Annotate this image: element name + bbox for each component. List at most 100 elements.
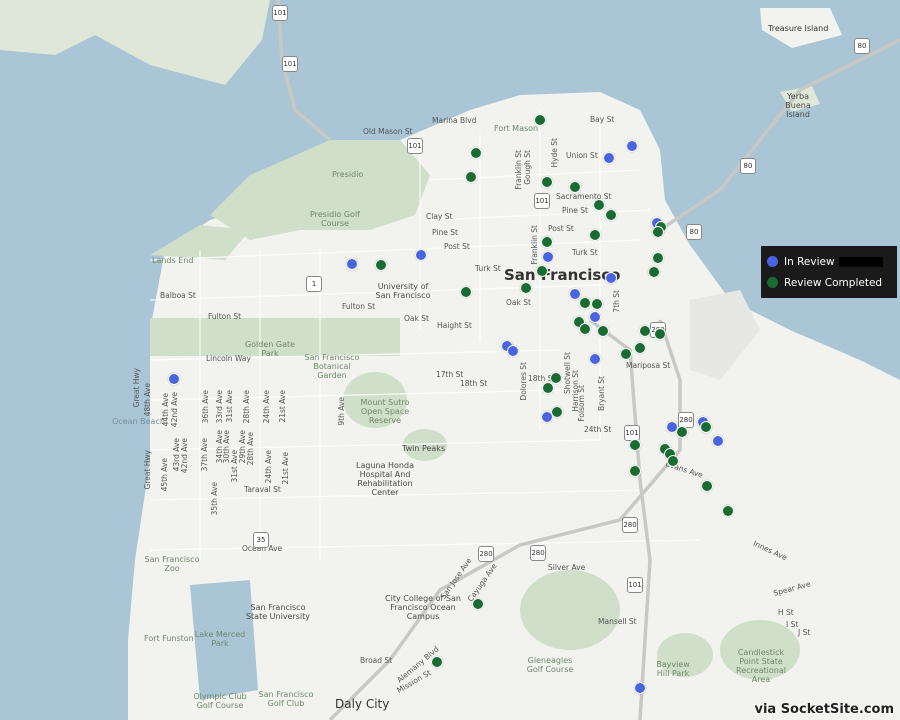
street-31st: 31st Ave — [225, 390, 234, 423]
street-36th: 36th Ave — [201, 390, 210, 424]
label-yerba-buena: Yerba Buena Island — [785, 92, 811, 119]
hwy-shield: 280 — [478, 546, 494, 562]
marker-in-review[interactable] — [346, 258, 358, 270]
street-lincoln: Lincoln Way — [206, 354, 251, 363]
label-treasure-island: Treasure Island — [768, 24, 829, 33]
marker-completed[interactable] — [629, 439, 641, 451]
street-union: Union St — [566, 151, 598, 160]
marker-completed[interactable] — [431, 656, 443, 668]
marker-completed[interactable] — [375, 259, 387, 271]
marker-completed[interactable] — [629, 465, 641, 477]
marker-completed[interactable] — [667, 455, 679, 467]
marker-in-review[interactable] — [542, 251, 554, 263]
marker-in-review[interactable] — [569, 288, 581, 300]
street-sacramento: Sacramento St — [556, 192, 612, 201]
marker-completed[interactable] — [465, 171, 477, 183]
hwy-80-bridge — [659, 38, 900, 232]
street-42nd: 42nd Ave — [170, 392, 179, 428]
street-j: J St — [798, 628, 811, 637]
marker-completed[interactable] — [520, 282, 532, 294]
marker-completed[interactable] — [472, 598, 484, 610]
marker-completed[interactable] — [460, 286, 472, 298]
marker-completed[interactable] — [541, 236, 553, 248]
marker-completed[interactable] — [676, 426, 688, 438]
street-broad: Broad St — [360, 656, 393, 665]
label-lake-merced: Lake Merced Park — [194, 630, 246, 648]
marker-completed[interactable] — [652, 252, 664, 264]
street-9th: 9th Ave — [337, 397, 346, 426]
marker-in-review[interactable] — [605, 272, 617, 284]
street-pine: Pine St — [432, 228, 458, 237]
label-bayview-hill: Bayview Hill Park — [656, 660, 690, 678]
street-21st-b: 21st Ave — [281, 452, 290, 485]
marker-completed[interactable] — [569, 181, 581, 193]
marker-completed[interactable] — [536, 265, 548, 277]
marker-completed[interactable] — [701, 480, 713, 492]
marker-completed[interactable] — [550, 372, 562, 384]
street-haight: Haight St — [437, 321, 472, 330]
marker-completed[interactable] — [579, 323, 591, 335]
marker-completed[interactable] — [634, 342, 646, 354]
marker-in-review[interactable] — [168, 373, 180, 385]
marker-completed[interactable] — [700, 421, 712, 433]
street-33rd: 33rd Ave — [215, 390, 224, 424]
marker-completed[interactable] — [579, 297, 591, 309]
label-sf-botanical: San Francisco Botanical Garden — [304, 353, 360, 380]
marker-completed[interactable] — [541, 176, 553, 188]
hwy-shield: 80 — [740, 158, 756, 174]
label-candlestick: Candlestick Point State Recreational Are… — [736, 648, 786, 684]
street-turk2: Turk St — [572, 248, 598, 257]
hwy-shield: 101 — [282, 56, 298, 72]
label-olympic-club: Olympic Club Golf Course — [193, 692, 247, 710]
marker-in-review[interactable] — [603, 152, 615, 164]
label-gleneagles: Gleneagles Golf Course — [526, 656, 574, 674]
marker-completed[interactable] — [652, 226, 664, 238]
marker-completed[interactable] — [589, 229, 601, 241]
marker-in-review[interactable] — [415, 249, 427, 261]
legend-label-in-review: In Review — [784, 255, 835, 268]
marker-completed[interactable] — [620, 348, 632, 360]
marker-completed[interactable] — [542, 382, 554, 394]
label-sf-state: San Francisco State University — [245, 603, 311, 621]
redaction-bar — [838, 256, 883, 267]
street-dolores: Dolores St — [519, 362, 528, 401]
marker-in-review[interactable] — [589, 353, 601, 365]
street-48th: 48th Ave — [143, 383, 152, 417]
marker-completed[interactable] — [470, 147, 482, 159]
street-marina: Marina Blvd — [432, 116, 477, 125]
marker-in-review[interactable] — [626, 140, 638, 152]
marker-completed[interactable] — [591, 298, 603, 310]
street-bay: Bay St — [590, 115, 615, 124]
label-city-college: City College of San Francisco Ocean Camp… — [385, 594, 461, 621]
marker-completed[interactable] — [639, 325, 651, 337]
marker-completed[interactable] — [648, 266, 660, 278]
marker-completed[interactable] — [534, 114, 546, 126]
marker-in-review[interactable] — [712, 435, 724, 447]
street-turk: Turk St — [475, 264, 501, 273]
marker-in-review[interactable] — [589, 311, 601, 323]
label-fort-mason: Fort Mason — [494, 124, 539, 133]
legend-swatch-in-review — [767, 256, 778, 267]
source-credit: via SocketSite.com — [754, 702, 894, 717]
marker-completed[interactable] — [551, 406, 563, 418]
marker-completed[interactable] — [722, 505, 734, 517]
street-balboa: Balboa St — [160, 291, 196, 300]
label-laguna-honda: Laguna Honda Hospital And Rehabilitation… — [356, 461, 414, 497]
marker-completed[interactable] — [605, 209, 617, 221]
street-post2: Post St — [548, 224, 574, 233]
marker-completed[interactable] — [597, 325, 609, 337]
street-fulton2: Fulton St — [342, 302, 376, 311]
street-great-hwy2: Great Hwy — [143, 450, 152, 490]
street-44th: 44th Ave — [161, 393, 170, 427]
marker-in-review[interactable] — [507, 345, 519, 357]
legend-label-completed: Review Completed — [784, 276, 883, 289]
street-great-hwy: Great Hwy — [132, 368, 141, 408]
label-daly-city: Daly City — [335, 697, 390, 711]
street-28th: 28th Ave — [242, 390, 251, 424]
marker-in-review[interactable] — [634, 682, 646, 694]
marker-completed[interactable] — [593, 199, 605, 211]
label-presidio: Presidio — [332, 170, 364, 179]
marker-completed[interactable] — [654, 328, 666, 340]
street-21st: 21st Ave — [278, 390, 287, 423]
street-35th: 35th Ave — [210, 482, 219, 516]
